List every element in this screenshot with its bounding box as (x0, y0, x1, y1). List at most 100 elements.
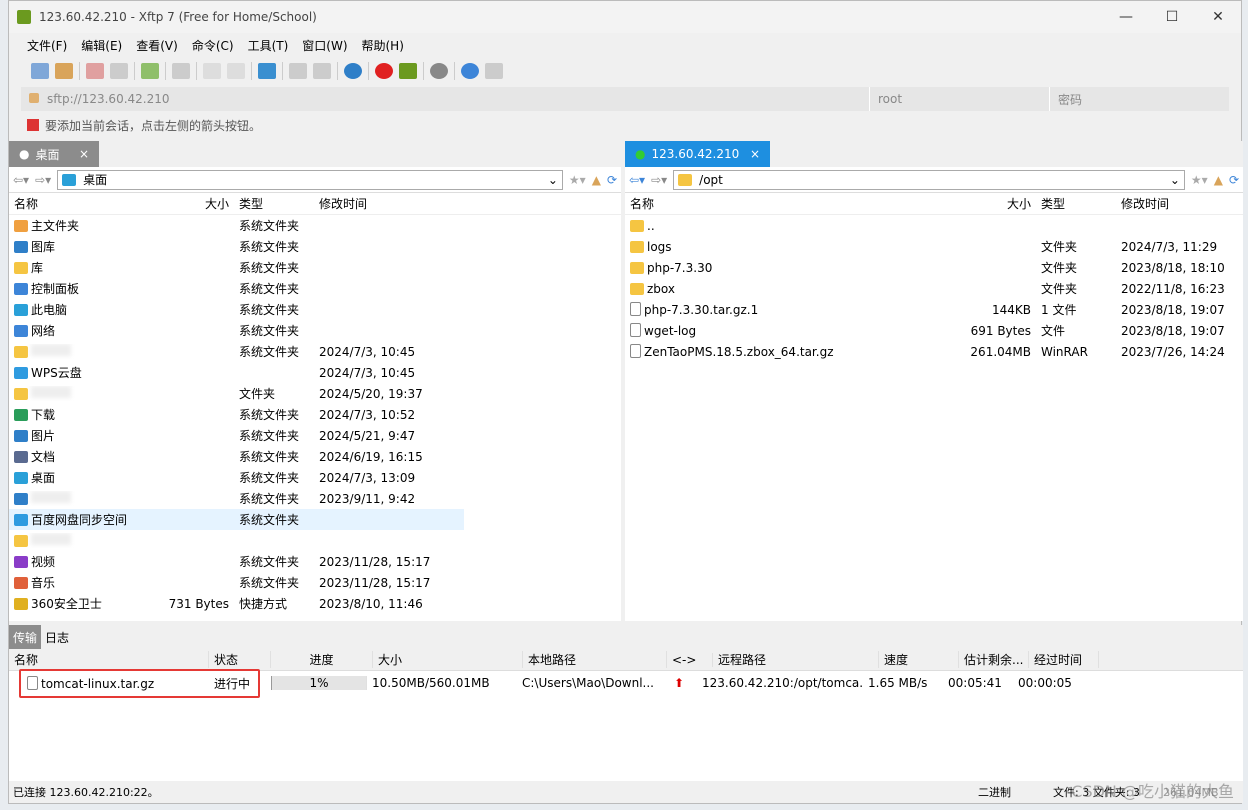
list-item[interactable]: 视频 系统文件夹 2023/11/28, 15:17 (9, 551, 464, 572)
disconnect-icon[interactable] (86, 63, 104, 79)
col-date[interactable]: 修改时间 (314, 195, 464, 212)
list-item[interactable]: php-7.3.30.tar.gz.1 144KB 1 文件 2023/8/18, 1… (625, 299, 1243, 320)
parent-folder-icon[interactable]: ▲ (592, 173, 601, 187)
transfer-col[interactable]: 状态 (209, 651, 271, 668)
list-item[interactable]: 控制面板 系统文件夹 (9, 278, 464, 299)
list-item[interactable]: logs 文件夹 2024/7/3, 11:29 (625, 236, 1243, 257)
list-item[interactable]: 图片 系统文件夹 2024/5/21, 9:47 (9, 425, 464, 446)
transfer-col[interactable]: 大小 (373, 651, 523, 668)
back-icon[interactable]: ⇦▾ (13, 173, 29, 187)
forward-page-icon[interactable] (227, 63, 245, 79)
parent-folder-icon[interactable]: ▲ (1214, 173, 1223, 187)
list-item[interactable]: WPS云盘 2024/7/3, 10:45 (9, 362, 464, 383)
menu-edit[interactable]: 编辑(E) (81, 37, 122, 54)
col-type[interactable]: 类型 (234, 195, 314, 212)
list-item[interactable]: 下载 系统文件夹 2024/7/3, 10:52 (9, 404, 464, 425)
file-name (9, 491, 159, 506)
list-item[interactable]: 百度网盘同步空间 系统文件夹 (9, 509, 464, 530)
transfer-col[interactable]: 远程路径 (713, 651, 879, 668)
col-type[interactable]: 类型 (1036, 195, 1116, 212)
list-item[interactable]: .. (625, 215, 1243, 236)
back-icon[interactable]: ⇦▾ (629, 173, 645, 187)
paste-icon[interactable] (313, 63, 331, 79)
tab-local-desktop[interactable]: ● 桌面 × (9, 141, 99, 167)
list-item[interactable]: 此电脑 系统文件夹 (9, 299, 464, 320)
list-item[interactable]: 主文件夹 系统文件夹 (9, 215, 464, 236)
chat-icon[interactable] (485, 63, 503, 79)
forward-icon[interactable]: ⇨▾ (651, 173, 667, 187)
favorite-icon[interactable]: ★▾ (1191, 173, 1208, 187)
close-tab-icon[interactable]: × (750, 147, 760, 161)
col-size[interactable]: 大小 (159, 195, 234, 212)
transfer-col[interactable]: <-> (667, 652, 713, 667)
list-item[interactable]: 文件夹 2024/5/20, 19:37 (9, 383, 464, 404)
menu-tools[interactable]: 工具(T) (248, 37, 289, 54)
list-item[interactable]: wget-log 691 Bytes 文件 2023/8/18, 19:07 (625, 320, 1243, 341)
transfer-col[interactable]: 名称 (9, 651, 209, 668)
list-item[interactable]: zbox 文件夹 2022/11/8, 16:23 (625, 278, 1243, 299)
list-item[interactable]: 网络 系统文件夹 (9, 320, 464, 341)
list-item[interactable]: 桌面 系统文件夹 2024/7/3, 13:09 (9, 467, 464, 488)
favorite-icon[interactable]: ★▾ (569, 173, 586, 187)
list-item[interactable]: 360安全卫士 731 Bytes 快捷方式 2023/8/10, 11:46 (9, 593, 464, 614)
list-item[interactable]: ZenTaoPMS.18.5.zbox_64.tar.gz 261.04MB Win… (625, 341, 1243, 362)
file-type: 系统文件夹 (239, 324, 300, 338)
col-name[interactable]: 名称 (9, 195, 159, 212)
globe-icon[interactable] (344, 63, 362, 79)
file-type: 系统文件夹 (239, 345, 300, 359)
transfer-col[interactable]: 进度 (271, 651, 373, 668)
tab-remote-host[interactable]: ● 123.60.42.210 × (625, 141, 770, 167)
sync-transfer-icon[interactable] (258, 63, 276, 79)
local-path-select[interactable]: 桌面 ⌄ (57, 169, 563, 190)
help-icon[interactable] (461, 63, 479, 79)
password-input[interactable]: 密码 (1049, 87, 1229, 111)
col-date[interactable]: 修改时间 (1116, 195, 1241, 212)
menu-command[interactable]: 命令(C) (192, 37, 234, 54)
list-item[interactable]: 系统文件夹 2023/9/11, 9:42 (9, 488, 464, 509)
gear-icon[interactable] (430, 63, 448, 79)
transfer-row[interactable]: tomcat-linux.tar.gz 进行中 1% 10.50MB/560.0… (9, 669, 1243, 698)
maximize-button[interactable]: ☐ (1149, 9, 1195, 25)
forward-icon[interactable]: ⇨▾ (35, 173, 51, 187)
list-item[interactable] (9, 530, 464, 551)
close-button[interactable]: ✕ (1195, 9, 1241, 25)
back-page-icon[interactable] (203, 63, 221, 79)
xftp-icon[interactable] (399, 63, 417, 79)
list-item[interactable]: 系统文件夹 2024/7/3, 10:45 (9, 341, 464, 362)
list-item[interactable]: 库 系统文件夹 (9, 257, 464, 278)
transfer-col[interactable]: 经过时间 (1029, 651, 1099, 668)
menu-window[interactable]: 窗口(W) (302, 37, 347, 54)
menu-help[interactable]: 帮助(H) (362, 37, 404, 54)
copy-icon[interactable] (289, 63, 307, 79)
menu-view[interactable]: 查看(V) (136, 37, 178, 54)
transfer-col[interactable]: 速度 (879, 651, 959, 668)
add-session-arrow-icon[interactable] (27, 119, 39, 131)
transfer-col[interactable]: 本地路径 (523, 651, 667, 668)
host-input[interactable]: sftp://123.60.42.210 (21, 92, 869, 106)
transfer-col[interactable]: 估计剩余... (959, 651, 1029, 668)
list-item[interactable]: 文档 系统文件夹 2024/6/19, 16:15 (9, 446, 464, 467)
col-name[interactable]: 名称 (625, 195, 961, 212)
col-size[interactable]: 大小 (961, 195, 1036, 212)
play-icon[interactable] (172, 63, 190, 79)
file-icon (630, 344, 641, 358)
username-input[interactable]: root (869, 87, 1049, 111)
transfer-mode[interactable]: 二进制 (978, 784, 1053, 800)
refresh-icon[interactable]: ⟳ (1229, 173, 1239, 187)
reconnect-icon[interactable] (110, 63, 128, 79)
list-item[interactable]: php-7.3.30 文件夹 2023/8/18, 18:10 (625, 257, 1243, 278)
new-session-icon[interactable] (31, 63, 49, 79)
menu-file[interactable]: 文件(F) (27, 37, 67, 54)
tab-log[interactable]: 日志 (41, 625, 73, 649)
xshell-icon[interactable] (375, 63, 393, 79)
minimize-button[interactable]: — (1103, 9, 1149, 25)
remote-path-select[interactable]: /opt ⌄ (673, 169, 1185, 190)
list-item[interactable]: 音乐 系统文件夹 2023/11/28, 15:17 (9, 572, 464, 593)
refresh-icon[interactable]: ⟳ (607, 173, 617, 187)
open-folder-icon[interactable] (55, 63, 73, 79)
list-item[interactable]: 图库 系统文件夹 (9, 236, 464, 257)
session-properties-icon[interactable] (141, 63, 159, 79)
close-tab-icon[interactable]: × (79, 147, 89, 161)
tab-transfer[interactable]: 传输 (9, 625, 42, 649)
file-date: 2023/8/18, 19:07 (1121, 302, 1225, 317)
